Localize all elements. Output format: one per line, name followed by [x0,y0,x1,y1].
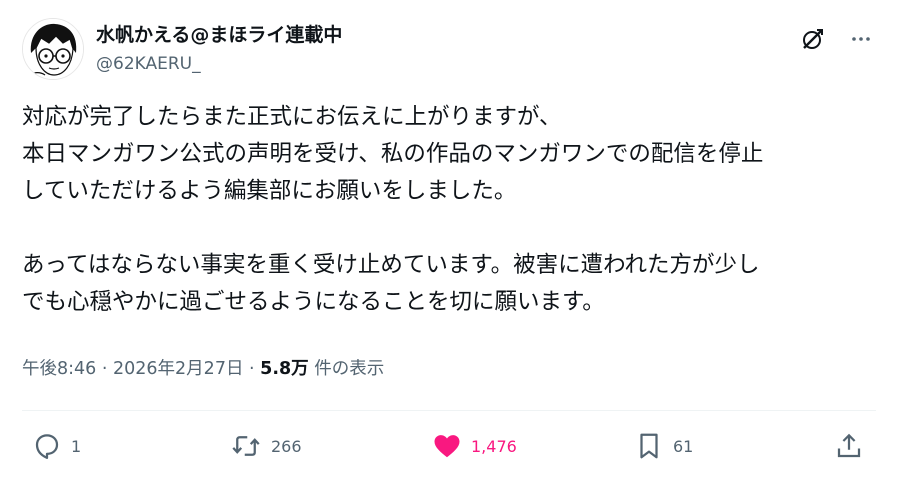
more-icon[interactable] [846,24,876,54]
meta-separator: · [243,359,261,379]
user-handle[interactable]: @62KAERU_ [96,52,342,76]
grok-icon[interactable] [798,24,828,54]
retweet-count: 266 [271,436,302,456]
like-count: 1,476 [471,436,517,456]
like-icon [434,435,460,458]
author-block: 水帆かえる@まほライ連載中 @62KAERU_ [96,22,342,76]
tweet-meta: 午後8:46 · 2026年2月27日 · 5.8万 件の表示 [22,355,384,380]
avatar-illustration [23,19,83,79]
tweet-time[interactable]: 午後8:46 [22,359,96,379]
retweet-button[interactable]: 266 [230,428,302,464]
bookmark-button[interactable]: 61 [634,428,693,464]
views-label: 件の表示 [308,359,385,379]
views-count: 5.8万 [260,359,309,379]
tweet-date[interactable]: 2026年2月27日 [113,359,243,379]
top-actions [798,24,876,54]
share-button[interactable] [834,428,864,464]
bookmark-icon [640,433,658,459]
like-button[interactable]: 1,476 [432,428,517,464]
avatar[interactable] [22,18,84,80]
reply-icon [35,434,59,459]
display-name[interactable]: 水帆かえる@まほライ連載中 [96,22,342,48]
share-icon [837,433,861,458]
divider [22,410,876,411]
bookmark-count: 61 [673,436,694,456]
reply-count: 1 [71,436,82,456]
retweet-icon [232,436,260,456]
tweet-header: 水帆かえる@まほライ連載中 @62KAERU_ [22,18,876,82]
action-bar: 1 266 1,476 61 [22,428,876,468]
meta-separator: · [96,359,114,379]
reply-button[interactable]: 1 [32,428,81,464]
tweet-text: 対応が完了したらまた正式にお伝えに上がりますが、 本日マンガワン公式の声明を受け… [22,104,764,315]
